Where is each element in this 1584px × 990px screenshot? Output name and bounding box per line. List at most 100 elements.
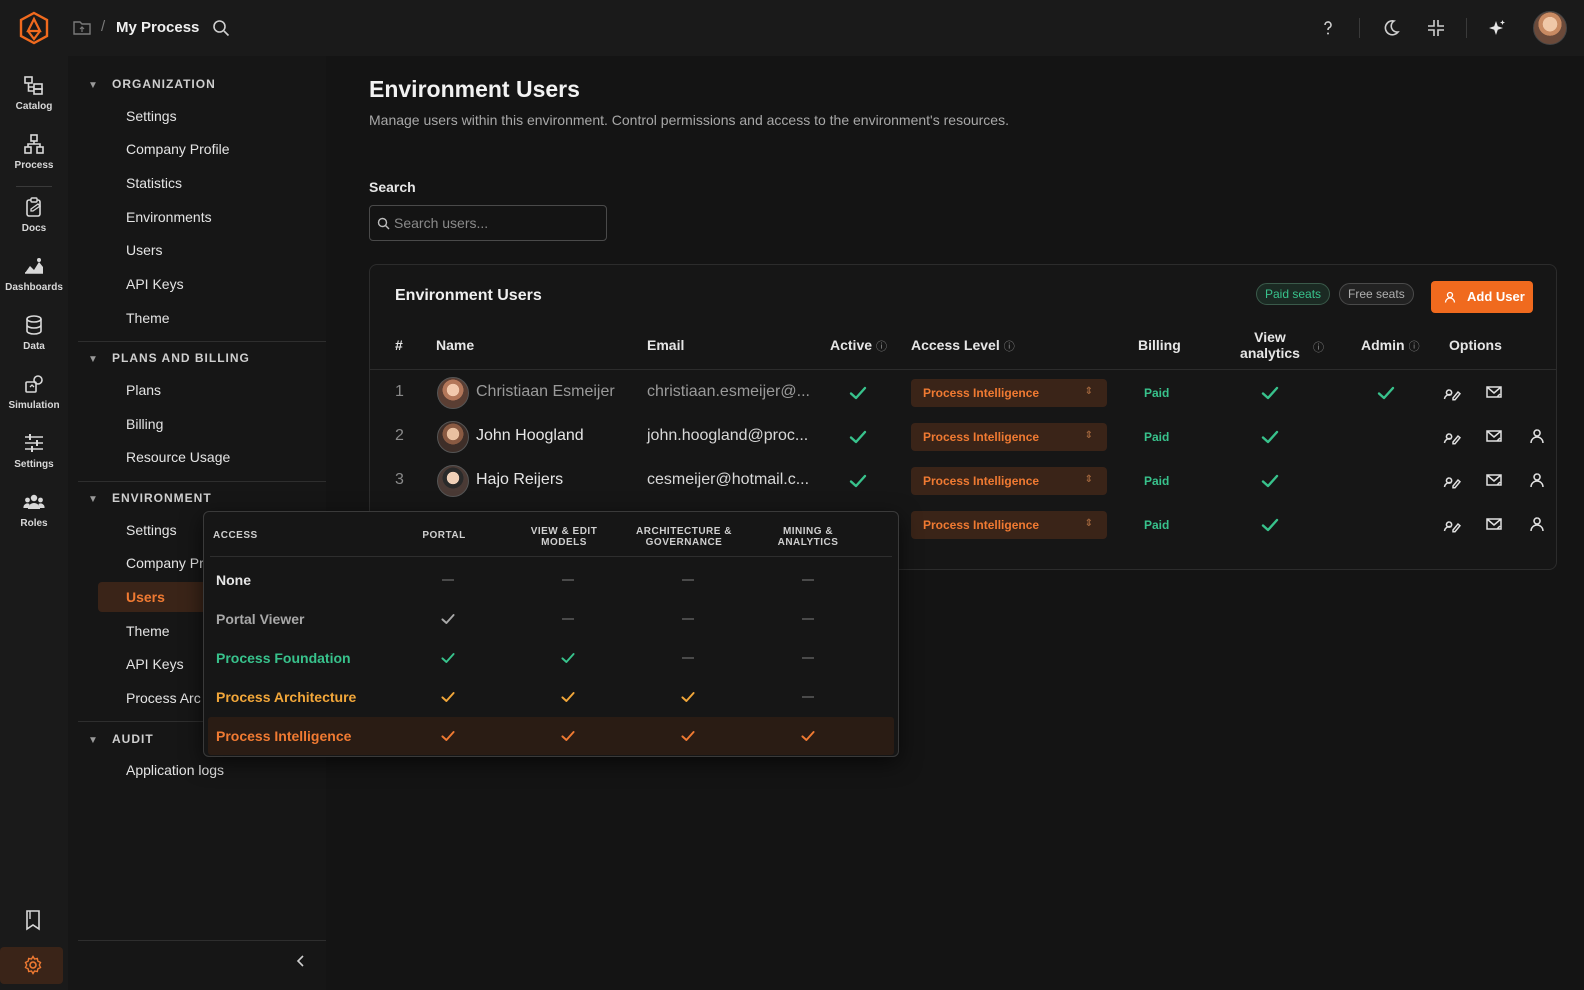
folder-icon[interactable]	[73, 19, 91, 35]
search-icon	[377, 217, 390, 230]
sidebar-item-org-statistics[interactable]: Statistics	[126, 175, 182, 191]
section-audit[interactable]: ▼ AUDIT	[88, 732, 154, 746]
sidebar-item-env-settings[interactable]: Settings	[126, 522, 177, 538]
info-icon[interactable]: ⓘ	[876, 338, 887, 354]
rail-label: Process	[14, 160, 54, 171]
billing-status-badge: Paid	[1144, 386, 1170, 400]
info-icon[interactable]: ⓘ	[1313, 339, 1324, 355]
rail-label: Simulation	[8, 400, 60, 411]
ai-sparkle-icon[interactable]	[1487, 18, 1507, 38]
table-row[interactable]: 1 Christiaan Esmeijer christiaan.esmeijer@…	[370, 371, 1556, 415]
access-level-select[interactable]: Process Intelligence ⇕	[911, 511, 1107, 539]
sidebar-item-env-users[interactable]: Users	[126, 589, 165, 605]
access-level-popover: ACCESS PORTAL VIEW & EDIT MODELS ARCHITEC…	[203, 511, 899, 757]
breadcrumb-title[interactable]: My Process	[116, 19, 199, 36]
rail-item-settings[interactable]: Settings	[0, 432, 68, 470]
access-level-name: None	[216, 572, 251, 588]
dark-mode-icon[interactable]	[1381, 18, 1401, 38]
edit-user-icon[interactable]	[1443, 515, 1461, 533]
no-grant-dash	[802, 696, 814, 698]
rail-item-process[interactable]: Process	[0, 133, 68, 171]
access-level-select[interactable]: Process Intelligence ⇕	[911, 423, 1107, 451]
section-organization[interactable]: ▼ ORGANIZATION	[88, 77, 216, 91]
info-icon[interactable]: ⓘ	[1409, 338, 1420, 354]
grant-check-icon	[441, 653, 455, 663]
sidebar-item-org-theme[interactable]: Theme	[126, 310, 170, 326]
mail-icon[interactable]	[1485, 515, 1503, 533]
sidebar-item-plans[interactable]: Plans	[126, 382, 161, 398]
header-line: MINING &	[782, 526, 834, 537]
add-user-button[interactable]: Add User	[1431, 281, 1533, 313]
rail-item-catalog[interactable]: Catalog	[0, 74, 68, 112]
collapse-sidebar-icon[interactable]	[294, 954, 308, 968]
row-number: 2	[395, 427, 404, 444]
search-field[interactable]	[369, 205, 607, 241]
access-level-option[interactable]: Process Foundation	[208, 639, 894, 677]
help-icon[interactable]	[1318, 18, 1338, 38]
sidebar-item-org-environments[interactable]: Environments	[126, 209, 212, 225]
mail-icon[interactable]	[1485, 471, 1503, 489]
mail-icon[interactable]	[1485, 383, 1503, 401]
access-level-option[interactable]: Process Intelligence	[208, 717, 894, 755]
gear-icon	[24, 955, 42, 975]
sidebar-item-application-logs[interactable]: Application logs	[126, 762, 224, 778]
header-line: MODELS	[541, 537, 587, 548]
popover-header-view-edit: VIEW & EDIT MODELS	[524, 526, 604, 548]
settings-gear-button[interactable]	[0, 947, 63, 984]
access-level-option[interactable]: Process Architecture	[208, 678, 894, 716]
sidebar-item-env-theme[interactable]: Theme	[126, 623, 170, 639]
user-avatar[interactable]	[1533, 11, 1567, 45]
rail-item-data[interactable]: Data	[0, 314, 68, 352]
rail-item-simulation[interactable]: Simulation	[0, 373, 68, 411]
app-logo-icon[interactable]	[18, 11, 50, 45]
edit-user-icon[interactable]	[1443, 427, 1461, 445]
sidebar-item-env-process-architecture[interactable]: Process Arc	[126, 690, 201, 706]
sidebar-item-resource-usage[interactable]: Resource Usage	[126, 449, 230, 465]
column-view-analytics: View analytics	[1240, 329, 1300, 361]
sidebar-item-org-settings[interactable]: Settings	[126, 108, 177, 124]
chevron-up-down-icon: ⇕	[1084, 474, 1093, 485]
sidebar-item-org-api-keys[interactable]: API Keys	[126, 276, 184, 292]
search-icon[interactable]	[212, 19, 230, 37]
chevron-down-icon: ▼	[88, 80, 99, 91]
rail-item-dashboards[interactable]: Dashboards	[0, 255, 68, 293]
sidebar-item-org-company-profile[interactable]: Company Profile	[126, 141, 230, 157]
user-email: christiaan.esmeijer@...	[647, 383, 810, 400]
mail-icon[interactable]	[1485, 427, 1503, 445]
user-profile-icon[interactable]	[1528, 427, 1546, 445]
edit-user-icon[interactable]	[1443, 383, 1461, 401]
edit-user-icon[interactable]	[1443, 471, 1461, 489]
table-row[interactable]: 3 Hajo Reijers cesmeijer@hotmail.c... Proce…	[370, 459, 1556, 503]
info-icon[interactable]: ⓘ	[1004, 338, 1015, 354]
search-input[interactable]	[394, 206, 602, 240]
column-email[interactable]: Email	[647, 337, 684, 353]
section-plans-billing[interactable]: ▼ PLANS AND BILLING	[88, 351, 250, 365]
access-level-option[interactable]: None	[208, 561, 894, 599]
user-name: Hajo Reijers	[476, 471, 564, 488]
sidebar-item-env-api-keys[interactable]: API Keys	[126, 656, 184, 672]
rail-item-docs[interactable]: Docs	[0, 196, 68, 234]
column-name[interactable]: Name	[436, 337, 474, 353]
user-email: john.hoogland@proc...	[647, 427, 809, 444]
active-check-icon	[849, 430, 867, 444]
bookmark-icon[interactable]	[24, 909, 42, 931]
section-heading: ENVIRONMENT	[112, 491, 212, 505]
user-name: Christiaan Esmeijer	[476, 383, 615, 400]
user-profile-icon[interactable]	[1528, 471, 1546, 489]
column-admin: Admin ⓘ	[1361, 337, 1420, 354]
sidebar-item-env-company-profile[interactable]: Company Pr	[126, 555, 204, 571]
column-access: Access Level ⓘ	[911, 337, 1015, 354]
sidebar-item-billing[interactable]: Billing	[126, 416, 163, 432]
table-row[interactable]: 2 John Hoogland john.hoogland@proc... Proce…	[370, 415, 1556, 459]
rail-label: Catalog	[15, 101, 53, 112]
access-level-select[interactable]: Process Intelligence ⇕	[911, 467, 1107, 495]
access-level-option[interactable]: Portal Viewer	[208, 600, 894, 638]
section-environment[interactable]: ▼ ENVIRONMENT	[88, 491, 212, 505]
header-line: ARCHITECTURE &	[636, 526, 732, 537]
rail-item-roles[interactable]: Roles	[0, 491, 68, 529]
sidebar-item-org-users[interactable]: Users	[126, 242, 163, 258]
avatar	[437, 465, 469, 497]
access-level-select[interactable]: Process Intelligence ⇕	[911, 379, 1107, 407]
collapse-view-icon[interactable]	[1426, 18, 1446, 38]
user-profile-icon[interactable]	[1528, 515, 1546, 533]
